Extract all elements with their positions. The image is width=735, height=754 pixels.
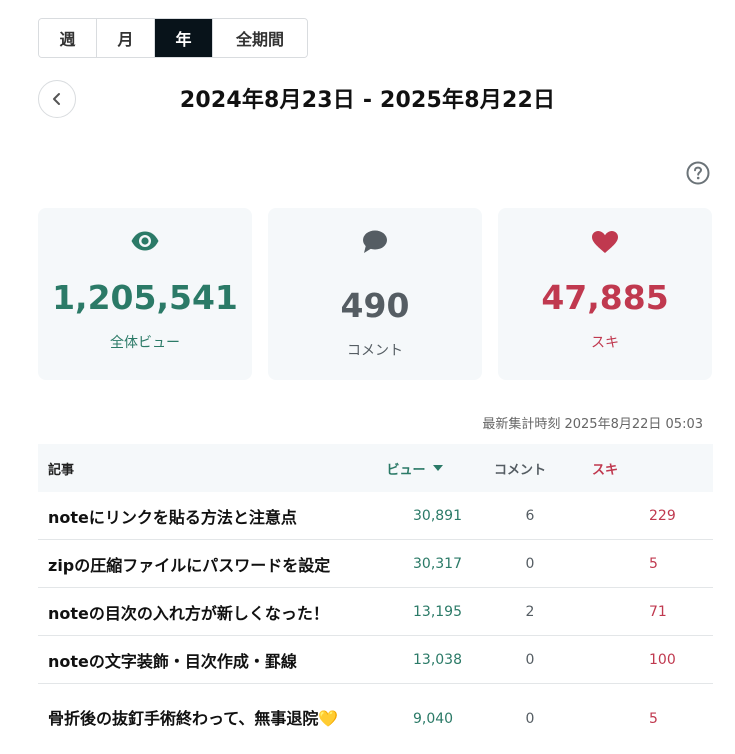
article-title[interactable]: noteの文字装飾・目次作成・罫線 xyxy=(38,648,365,672)
article-title[interactable]: 骨折後の抜釘手術終わって、無事退院💛 xyxy=(38,706,365,732)
header-views-sort[interactable]: ビュー xyxy=(365,459,465,478)
speech-bubble-icon xyxy=(363,230,387,253)
article-views: 30,317 xyxy=(413,555,462,572)
likes-summary-card: 47,885 スキ xyxy=(498,208,712,380)
period-tabs: 週 月 年 全期間 xyxy=(38,18,308,58)
date-range: 2024年8月23日 - 2025年8月22日 xyxy=(179,88,556,113)
tab-month[interactable]: 月 xyxy=(97,19,155,57)
article-views: 13,195 xyxy=(413,603,462,620)
article-comments: 0 xyxy=(525,651,535,668)
table-row[interactable]: noteにリンクを貼る方法と注意点 30,891 6 229 xyxy=(38,492,713,540)
total-views-value: 1,205,541 xyxy=(52,278,238,317)
article-likes: 5 xyxy=(649,555,658,572)
views-summary-card: 1,205,541 全体ビュー xyxy=(38,208,252,380)
article-views: 13,038 xyxy=(413,651,462,668)
table-header: 記事 ビュー コメント スキ xyxy=(38,444,713,492)
sort-down-icon xyxy=(432,465,443,471)
header-comments[interactable]: コメント xyxy=(465,459,575,478)
article-likes: 229 xyxy=(649,507,676,524)
header-article: 記事 xyxy=(48,462,75,478)
tab-year[interactable]: 年 xyxy=(155,19,213,57)
heart-icon xyxy=(592,231,618,253)
article-likes: 100 xyxy=(649,651,676,668)
articles-table: 記事 ビュー コメント スキ noteにリンクを貼る方法と注意点 30,891 … xyxy=(38,444,713,754)
article-views: 30,891 xyxy=(413,507,462,524)
article-title[interactable]: zipの圧縮ファイルにパスワードを設定 xyxy=(38,552,365,576)
article-comments: 6 xyxy=(525,507,535,524)
total-likes-value: 47,885 xyxy=(541,278,669,317)
table-row[interactable]: 骨折後の抜釘手術終わって、無事退院💛 9,040 0 5 xyxy=(38,684,713,754)
article-likes: 5 xyxy=(649,711,658,727)
help-button[interactable] xyxy=(686,161,710,185)
comments-summary-card: 490 コメント xyxy=(268,208,482,380)
article-comments: 0 xyxy=(525,555,535,572)
question-circle-icon xyxy=(686,161,710,185)
total-likes-label: スキ xyxy=(591,335,619,351)
header-likes[interactable]: スキ xyxy=(575,459,713,478)
total-views-label: 全体ビュー xyxy=(110,335,180,351)
table-row[interactable]: zipの圧縮ファイルにパスワードを設定 30,317 0 5 xyxy=(38,540,713,588)
article-views: 9,040 xyxy=(413,711,454,727)
last-updated-text: 最新集計時刻 2025年8月22日 05:03 xyxy=(482,417,703,432)
article-comments: 2 xyxy=(525,603,535,620)
header-views-label: ビュー xyxy=(386,462,426,478)
total-comments-label: コメント xyxy=(347,343,403,359)
tab-all-time[interactable]: 全期間 xyxy=(213,19,307,57)
eye-icon xyxy=(131,231,159,251)
table-row[interactable]: noteの目次の入れ方が新しくなった！ 13,195 2 71 xyxy=(38,588,713,636)
table-row[interactable]: noteの文字装飾・目次作成・罫線 13,038 0 100 xyxy=(38,636,713,684)
article-title[interactable]: noteの目次の入れ方が新しくなった！ xyxy=(38,600,365,624)
article-title[interactable]: noteにリンクを貼る方法と注意点 xyxy=(38,504,365,528)
article-comments: 0 xyxy=(525,711,535,727)
tab-week[interactable]: 週 xyxy=(39,19,97,57)
total-comments-value: 490 xyxy=(340,286,410,325)
article-likes: 71 xyxy=(649,603,667,620)
